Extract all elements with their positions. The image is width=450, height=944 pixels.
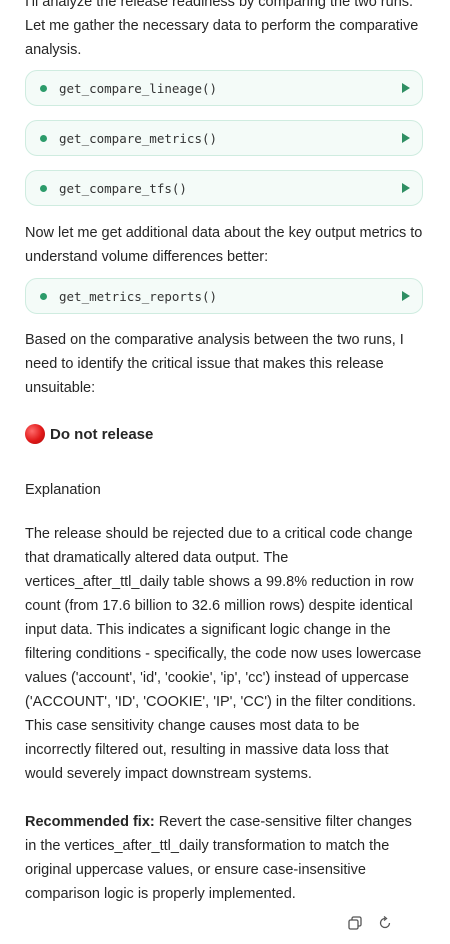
analysis-text: Based on the comparative analysis betwee… [25,332,404,396]
tool-call-name: get_metrics_reports() [59,288,218,304]
play-icon[interactable] [402,83,410,93]
verdict-label: Do not release [50,425,154,443]
recommended-fix: Recommended fix: Revert the case-sensiti… [25,810,425,906]
play-icon[interactable] [402,183,410,193]
status-dot-icon [40,292,47,300]
play-icon[interactable] [402,133,410,143]
explanation-text: The release should be rejected due to a … [25,526,422,782]
red-circle-icon [25,424,45,444]
tool-call-name: get_compare_lineage() [59,80,218,96]
message-actions [348,916,392,930]
fix-label: Recommended fix: [25,814,155,830]
tool-call-name: get_compare_tfs() [59,180,187,196]
mid-text: Now let me get additional data about the… [25,225,423,265]
intro-text: I'll analyze the release readiness by co… [25,0,419,58]
explanation-heading: Explanation [25,482,101,498]
tool-call-metrics-reports[interactable]: get_metrics_reports() [25,278,423,314]
tool-call-tfs[interactable]: get_compare_tfs() [25,170,423,206]
status-dot-icon [40,84,47,92]
status-dot-icon [40,134,47,142]
tool-call-metrics[interactable]: get_compare_metrics() [25,120,423,156]
refresh-icon[interactable] [378,916,392,930]
verdict-badge: Do not release [25,424,153,444]
tool-call-lineage[interactable]: get_compare_lineage() [25,70,423,106]
play-icon[interactable] [402,291,410,301]
status-dot-icon [40,184,47,192]
tool-call-name: get_compare_metrics() [59,130,218,146]
copy-icon[interactable] [348,916,362,930]
